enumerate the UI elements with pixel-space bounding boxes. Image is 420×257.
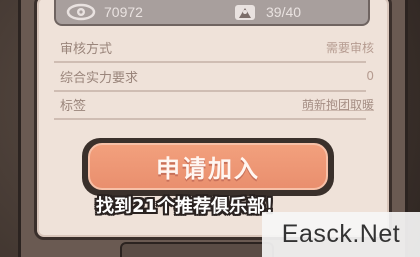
divider bbox=[54, 90, 366, 92]
info-value: 需要审核 bbox=[325, 40, 374, 55]
member-badge-icon bbox=[234, 3, 258, 21]
bottom-tab-edge bbox=[120, 242, 274, 257]
join-button-label: 申请加入 bbox=[156, 155, 260, 183]
divider bbox=[54, 118, 366, 120]
stats-strip: 70972 39/40 bbox=[54, 0, 370, 26]
info-label: 标签 bbox=[60, 98, 87, 114]
info-row-tags: 标签 萌新抱团取暖 bbox=[60, 94, 374, 114]
eye-icon bbox=[66, 3, 96, 21]
info-row-power: 综合实力要求 0 bbox=[60, 66, 374, 86]
info-label: 综合实力要求 bbox=[60, 70, 139, 86]
info-value: 萌新抱团取暖 bbox=[301, 97, 374, 112]
info-row-review: 审核方式 需要审核 bbox=[60, 37, 374, 57]
views-count: 70972 bbox=[104, 4, 143, 20]
watermark: Easck.Net bbox=[262, 212, 420, 257]
info-value: 0 bbox=[366, 69, 374, 83]
info-label: 审核方式 bbox=[60, 41, 113, 57]
join-button[interactable]: 申请加入 bbox=[82, 138, 334, 196]
join-button-face: 申请加入 bbox=[88, 143, 328, 190]
divider bbox=[54, 61, 366, 63]
members-count: 39/40 bbox=[266, 4, 302, 20]
members-stat: 39/40 bbox=[234, 0, 301, 24]
views-stat: 70972 bbox=[66, 0, 143, 24]
club-detail-screen: 70972 39/40 审核方式 需要审核 综合实力要求 0 标签 萌新抱团取暖… bbox=[0, 0, 420, 257]
